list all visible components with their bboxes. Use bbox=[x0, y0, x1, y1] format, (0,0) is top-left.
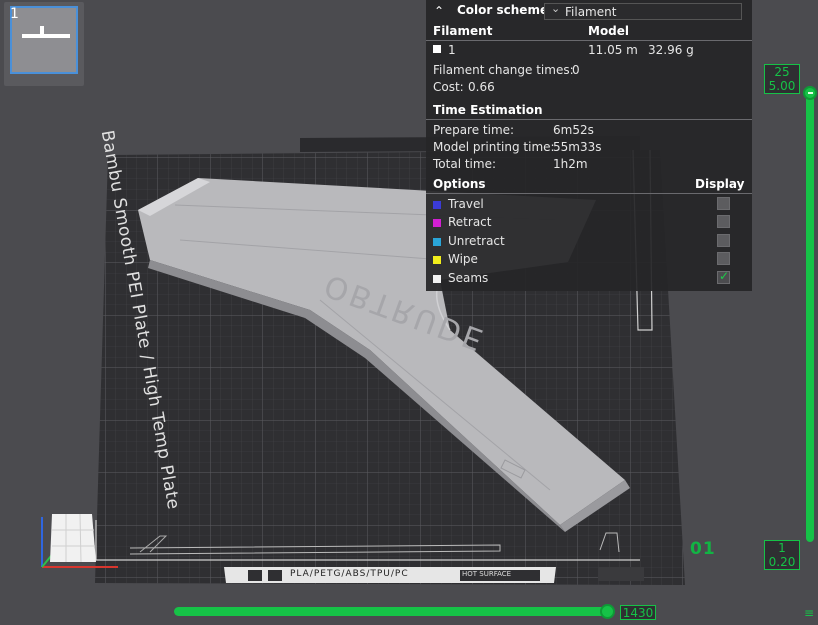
divider bbox=[426, 193, 752, 194]
filament-weight: 32.96 g bbox=[648, 43, 694, 57]
cost-label: Cost: bbox=[433, 80, 464, 94]
plate-thumbnail-number: 1 bbox=[10, 6, 19, 22]
filament-header: Filament bbox=[433, 24, 493, 38]
retract-display-checkbox[interactable] bbox=[717, 215, 730, 228]
change-times-label: Filament change times: bbox=[433, 63, 574, 77]
color-scheme-value: Filament bbox=[565, 5, 617, 19]
color-scheme-label: Color scheme bbox=[457, 3, 549, 17]
total-time-label: Total time: bbox=[433, 157, 496, 171]
layer-slider-top-label: 25 5.00 bbox=[764, 64, 800, 94]
layer-slider-bottom-label: 1 0.20 bbox=[764, 540, 800, 570]
double-chevron-up-icon[interactable]: ⌃ bbox=[434, 4, 444, 18]
prepare-time-value: 6m52s bbox=[553, 123, 594, 137]
top-layer-height: 5.00 bbox=[768, 79, 796, 93]
model-thumbnail-icon bbox=[22, 26, 70, 38]
seams-color-swatch bbox=[433, 275, 441, 283]
bottom-layer-number: 1 bbox=[778, 541, 786, 555]
option-label: Travel bbox=[448, 197, 484, 211]
options-header: Options bbox=[433, 177, 486, 191]
move-slider-value: 1430 bbox=[620, 605, 656, 620]
move-slider-handle[interactable] bbox=[600, 604, 615, 619]
divider bbox=[426, 40, 752, 41]
minus-icon bbox=[808, 92, 813, 94]
divider bbox=[426, 119, 752, 120]
cost-value: 0.66 bbox=[468, 80, 495, 94]
seams-display-checkbox[interactable]: ✓ bbox=[717, 269, 730, 284]
layer-slider-track[interactable] bbox=[806, 86, 814, 542]
retract-color-swatch bbox=[433, 219, 441, 227]
travel-display-checkbox[interactable] bbox=[717, 197, 730, 210]
total-time-value: 1h2m bbox=[553, 157, 588, 171]
unretract-display-checkbox[interactable] bbox=[717, 234, 730, 247]
model-time-value: 55m33s bbox=[553, 140, 602, 154]
checkmark-icon: ✓ bbox=[719, 269, 730, 283]
model-header: Model bbox=[588, 24, 630, 38]
top-layer-number: 25 bbox=[774, 65, 790, 79]
filament-length: 11.05 m bbox=[588, 43, 638, 57]
move-slider-track[interactable] bbox=[174, 607, 614, 616]
layers-icon[interactable]: ≡ bbox=[804, 606, 814, 620]
time-estimation-header: Time Estimation bbox=[433, 103, 543, 117]
gcode-legend-panel: ⌃ Color scheme ⌄ Filament Filament Model… bbox=[426, 0, 752, 291]
layer-slider-top-handle[interactable] bbox=[803, 86, 817, 100]
legend-header: ⌃ Color scheme ⌄ Filament bbox=[426, 0, 752, 22]
change-times-value: 0 bbox=[572, 63, 580, 77]
wipe-color-swatch bbox=[433, 256, 441, 264]
chevron-down-icon: ⌄ bbox=[551, 2, 561, 15]
display-header: Display bbox=[695, 177, 745, 191]
model-time-label: Model printing time: bbox=[433, 140, 555, 154]
option-label: Wipe bbox=[448, 252, 478, 266]
bed-materials: PLA/PETG/ABS/TPU/PC bbox=[290, 569, 409, 579]
bed-surface-warning: HOT SURFACE bbox=[462, 570, 512, 578]
option-label: Unretract bbox=[448, 234, 505, 248]
color-scheme-select[interactable]: ⌄ Filament bbox=[544, 2, 742, 20]
plate-index: 01 bbox=[690, 539, 716, 559]
unretract-color-swatch bbox=[433, 238, 441, 246]
prepare-time-label: Prepare time: bbox=[433, 123, 515, 137]
bottom-layer-height: 0.20 bbox=[768, 555, 796, 569]
plate-thumbnail[interactable]: 1 bbox=[4, 2, 84, 86]
option-label: Seams bbox=[448, 271, 489, 285]
filament-id: 1 bbox=[448, 43, 456, 57]
travel-color-swatch bbox=[433, 201, 441, 209]
option-label: Retract bbox=[448, 215, 492, 229]
filament-color-swatch bbox=[433, 45, 441, 53]
wipe-display-checkbox[interactable] bbox=[717, 252, 730, 265]
